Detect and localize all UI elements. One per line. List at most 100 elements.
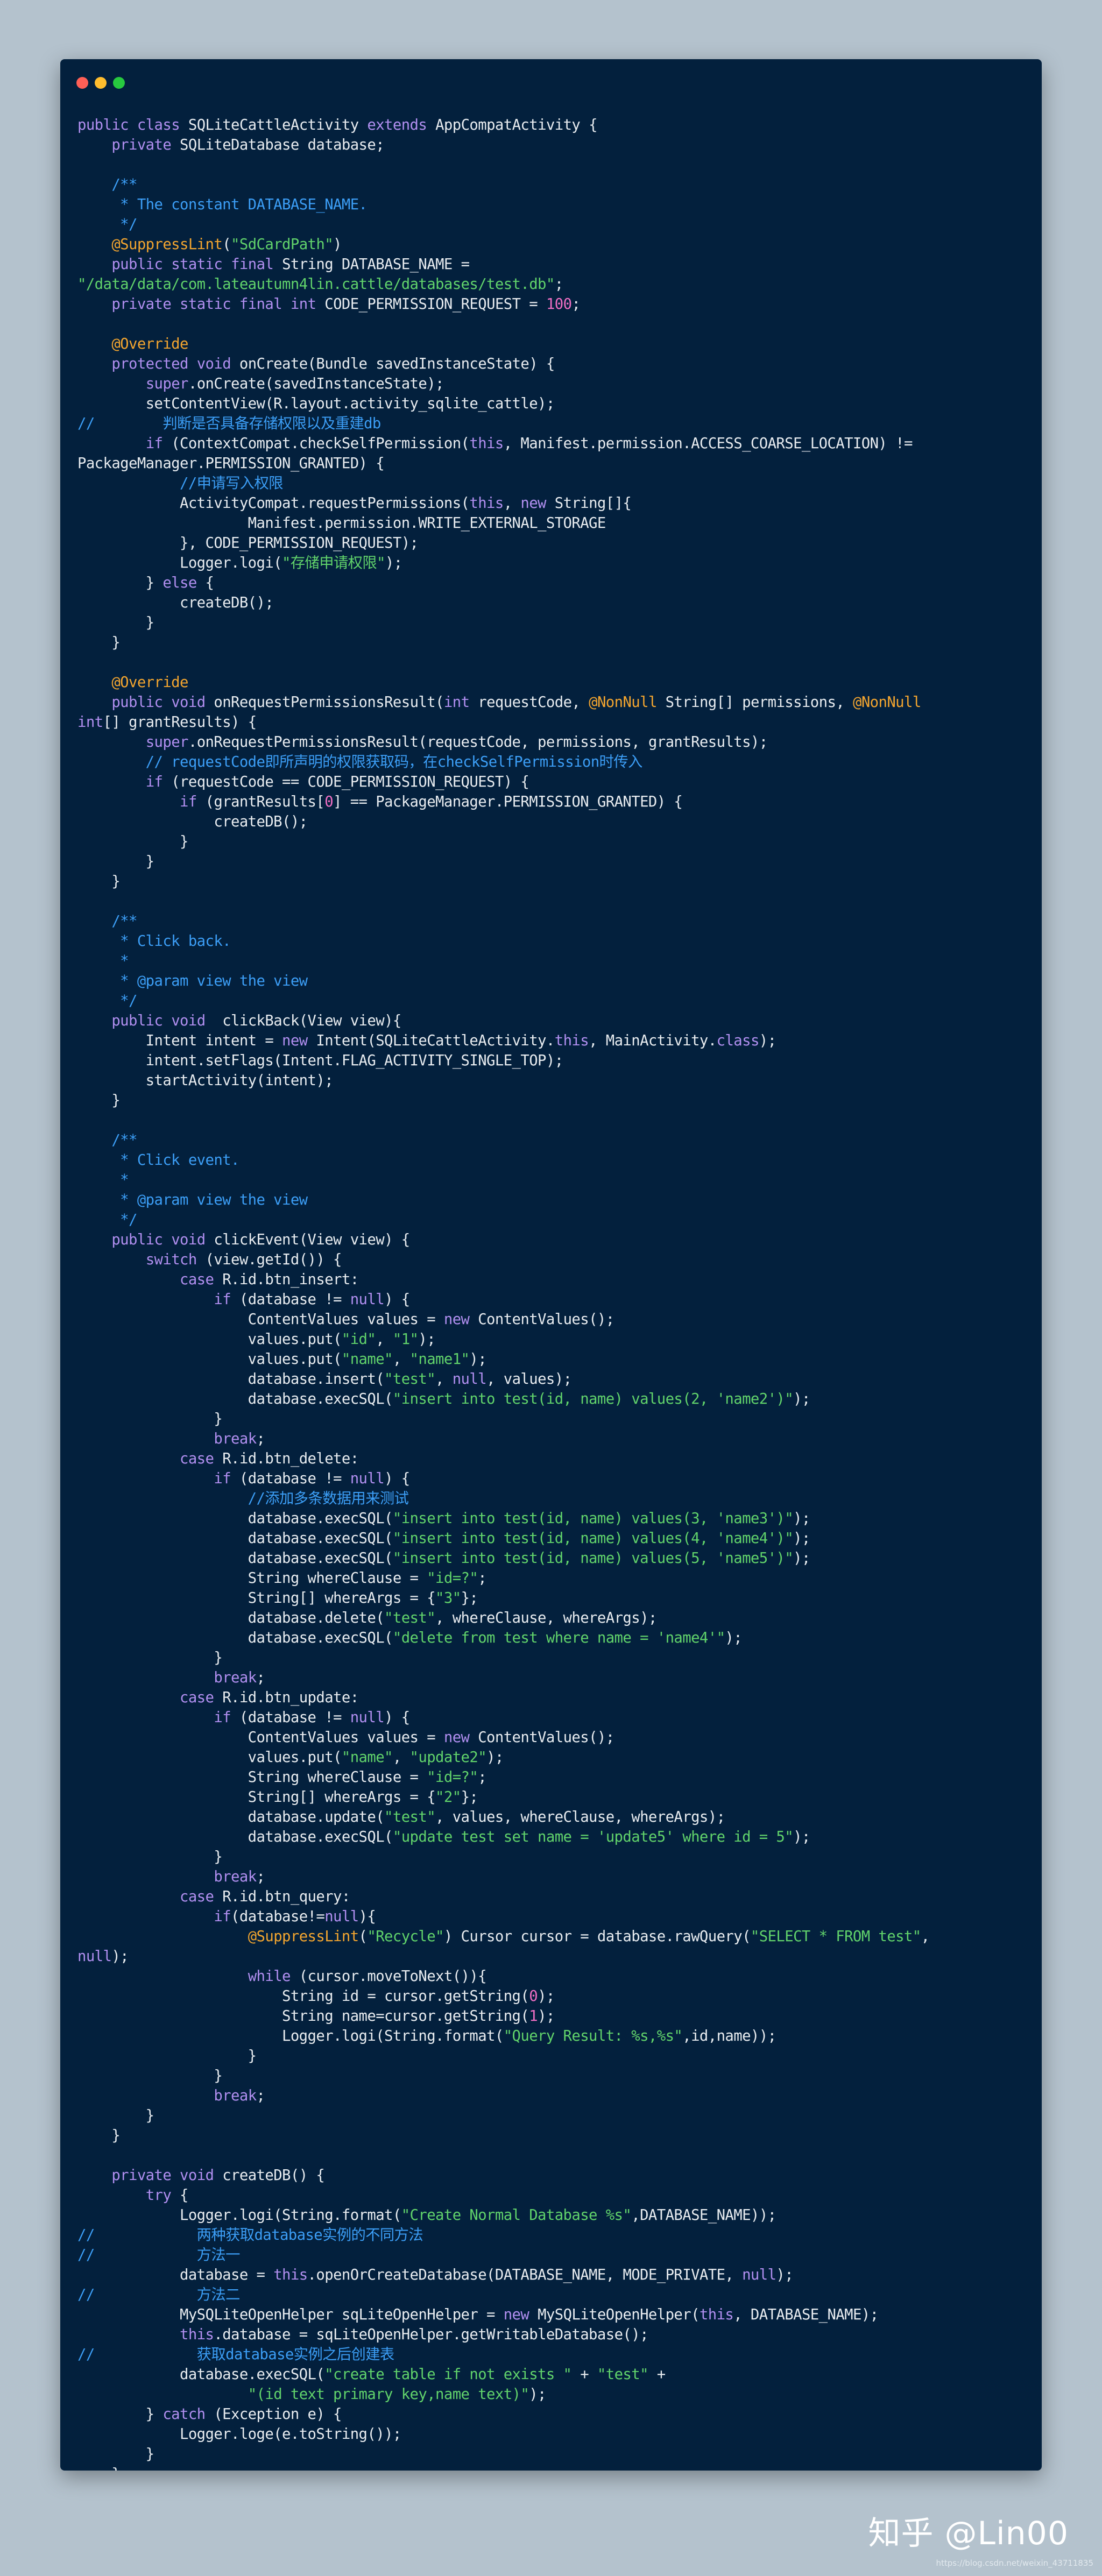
code-line: if (requestCode == CODE_PERMISSION_REQUE… — [145, 774, 529, 790]
code-line: int[] grantResults) { — [77, 714, 257, 731]
code-line: * — [77, 1172, 129, 1188]
code-line: * The constant DATABASE_NAME. — [77, 196, 368, 213]
code-line: * — [77, 953, 129, 969]
code-line: @SuppressLint("SdCardPath") — [111, 236, 342, 253]
code-line: database.execSQL("create table if not ex… — [77, 2366, 666, 2383]
code-line: String name=cursor.getString(1); — [77, 2008, 555, 2025]
code-line: super.onRequestPermissionsResult(request… — [145, 734, 768, 751]
code-line: @Override — [111, 336, 188, 352]
code-line: } — [77, 2464, 1035, 2471]
code-line: } catch (Exception e) { — [77, 2406, 342, 2423]
code-line: intent.setFlags(Intent.FLAG_ACTIVITY_SIN… — [77, 1052, 563, 1069]
code-line: /** — [77, 913, 137, 930]
code-line: createDB(); — [77, 595, 274, 611]
code-line: } — [77, 1092, 121, 1109]
code-line: * Click back. — [77, 933, 231, 950]
code-line: } — [77, 2107, 154, 2124]
zhihu-watermark: 知乎 @Lin00 — [868, 2515, 1069, 2552]
code-line: ​ — [77, 653, 1035, 673]
code-line: ​ — [77, 891, 1035, 911]
code-line: String[] whereArgs = {"2"}; — [77, 1789, 478, 1806]
code-line: } — [77, 1411, 223, 1427]
code-line: /** — [77, 176, 137, 193]
code-line: Manifest.permission.WRITE_EXTERNAL_STORA… — [77, 515, 606, 532]
code-line: * Click event. — [77, 1152, 239, 1169]
code-line: PackageManager.PERMISSION_GRANTED) { — [77, 455, 385, 472]
code-line: ActivityCompat.requestPermissions(this, … — [77, 495, 632, 512]
window-minimize-button[interactable] — [95, 77, 107, 89]
code-line: database.execSQL("insert into test(id, n… — [77, 1391, 811, 1407]
code-line: database.execSQL("insert into test(id, n… — [77, 1510, 811, 1527]
code-line: ContentValues values = new ContentValues… — [77, 1729, 615, 1746]
code-line: public class SQLiteCattleActivity extend… — [77, 117, 598, 133]
code-line: MySQLiteOpenHelper sqLiteOpenHelper = ne… — [77, 2306, 879, 2323]
code-line: private void createDB() { — [111, 2167, 325, 2184]
code-line: } — [77, 833, 188, 850]
code-line: public static final String DATABASE_NAME… — [111, 256, 470, 273]
code-line: this.database = sqLiteOpenHelper.getWrit… — [180, 2326, 648, 2343]
code-line: ​ — [77, 1110, 1035, 1130]
code-line: case R.id.btn_delete: — [180, 1450, 359, 1467]
code-line: switch (view.getId()) { — [145, 1251, 342, 1268]
window-maximize-button[interactable] — [113, 77, 125, 89]
window-close-button[interactable] — [76, 77, 88, 89]
code-line: String whereClause = "id=?"; — [77, 1570, 487, 1587]
code-line: String id = cursor.getString(0); — [77, 1988, 555, 2005]
code-line: values.put("name", "name1"); — [77, 1351, 487, 1368]
code-line: } — [77, 2068, 223, 2084]
code-line: break; — [214, 1869, 265, 1885]
code-line: while (cursor.moveToNext()){ — [248, 1968, 487, 1985]
code-line: database.execSQL("insert into test(id, n… — [77, 1550, 811, 1567]
code-line: protected void onCreate(Bundle savedInst… — [111, 356, 555, 372]
code-line: // 方法二 — [77, 2287, 240, 2303]
code-line: } — [77, 614, 154, 631]
code-line: values.put("name", "update2"); — [77, 1749, 504, 1766]
code-line: @Override — [111, 674, 188, 691]
code-line: "(id text primary key,name text)"); — [248, 2386, 547, 2403]
code-line: public void clickEvent(View view) { — [111, 1232, 410, 1248]
code-line: } else { — [77, 575, 214, 591]
code-line: // 方法一 — [77, 2247, 240, 2263]
code-line: } — [77, 2048, 257, 2064]
code-line: } — [77, 1849, 223, 1865]
code-line: }, CODE_PERMISSION_REQUEST); — [77, 535, 419, 551]
code-line: * @param view the view — [77, 1192, 308, 1208]
code-line: case R.id.btn_insert: — [180, 1271, 359, 1288]
code-line: // 两种获取database实例的不同方法 — [77, 2227, 423, 2244]
code-window: public class SQLiteCattleActivity extend… — [60, 59, 1042, 2471]
code-line: values.put("id", "1"); — [77, 1331, 436, 1348]
code-line: super.onCreate(savedInstanceState); — [145, 376, 444, 392]
code-line: if(database!=null){ — [214, 1908, 376, 1925]
code-line: database.update("test", values, whereCla… — [77, 1809, 725, 1825]
code-line: database.delete("test", whereClause, whe… — [77, 1610, 658, 1626]
code-line: private SQLiteDatabase database; — [111, 137, 385, 153]
code-line: } — [77, 2127, 121, 2144]
source-url: https://blog.csdn.net/weixin_43711835 — [936, 2558, 1093, 2568]
code-line: } — [77, 2446, 154, 2462]
code-line: if (database != null) { — [214, 1291, 410, 1308]
code-line: } — [77, 1650, 223, 1666]
code-line: // requestCode即所声明的权限获取码，在checkSelfPermi… — [77, 754, 643, 770]
code-line: private static final int CODE_PERMISSION… — [111, 296, 581, 313]
code-line: database.execSQL("delete from test where… — [77, 1630, 743, 1646]
code-line: database.insert("test", null, values); — [77, 1371, 572, 1388]
code-line: public void onRequestPermissionsResult(i… — [111, 694, 921, 711]
code-line: @SuppressLint("Recycle") Cursor cursor =… — [248, 1928, 930, 1945]
code-line: */ — [77, 216, 137, 233]
code-line: createDB(); — [77, 813, 308, 830]
code-line: Logger.logi(String.format("Query Result:… — [77, 2028, 776, 2044]
code-line: } — [77, 634, 121, 651]
code-block: public class SQLiteCattleActivity extend… — [77, 115, 1035, 2471]
code-line: String[] whereArgs = {"3"}; — [77, 1590, 478, 1607]
code-line: String whereClause = "id=?"; — [77, 1769, 487, 1786]
code-line: try { — [145, 2187, 189, 2204]
code-line: case R.id.btn_update: — [180, 1689, 359, 1706]
code-line: if (grantResults[0] == PackageManager.PE… — [180, 794, 683, 810]
code-line: if (database != null) { — [214, 1470, 410, 1487]
code-line: Logger.logi("存储申请权限"); — [77, 555, 402, 571]
code-line: * @param view the view — [77, 973, 308, 989]
code-line: // 获取database实例之后创建表 — [77, 2346, 394, 2363]
code-line: ContentValues values = new ContentValues… — [77, 1311, 615, 1328]
code-line: ​ — [77, 155, 1035, 175]
code-line: startActivity(intent); — [77, 1072, 334, 1089]
